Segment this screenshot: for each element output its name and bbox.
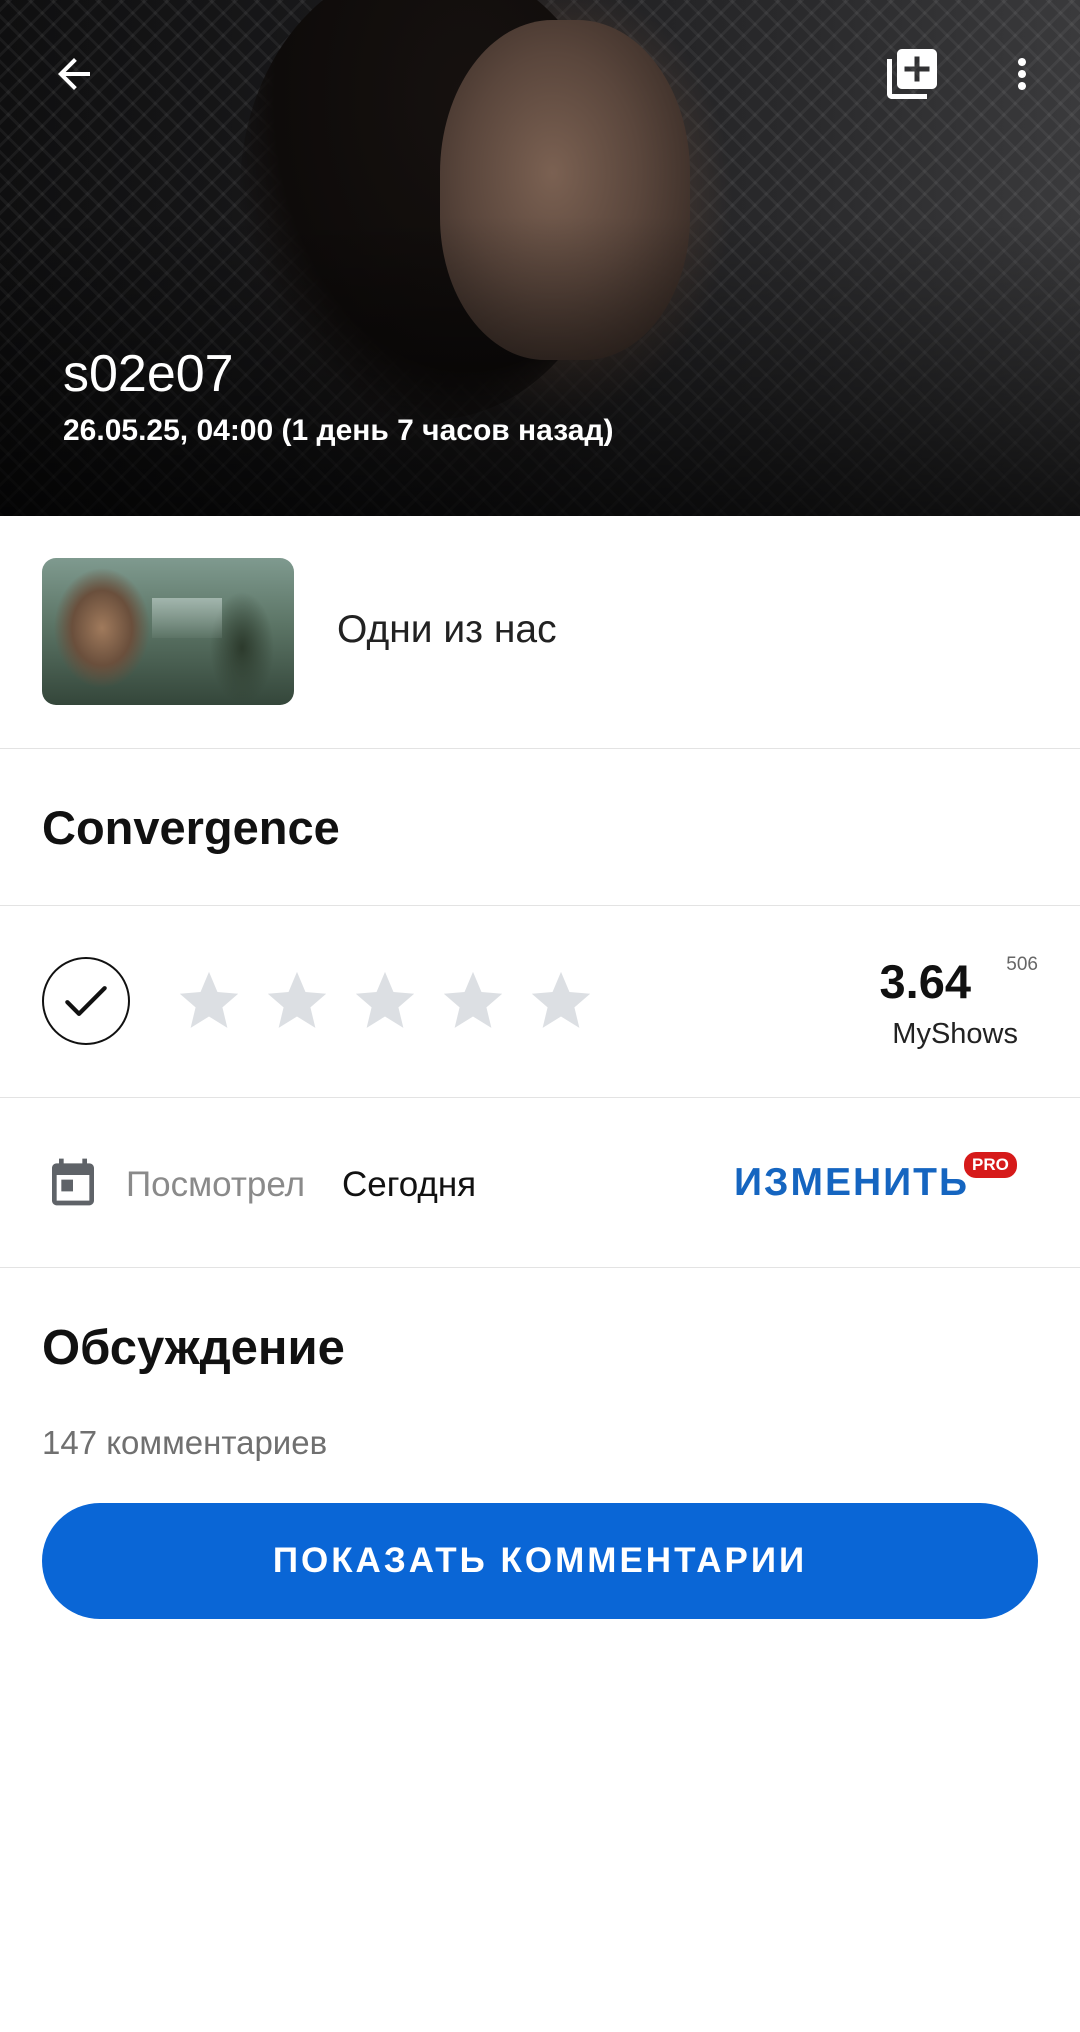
vote-count: 506	[1006, 954, 1038, 975]
episode-code: s02e07	[63, 345, 234, 403]
change-date-button[interactable]: ИЗМЕНИТЬ	[734, 1161, 969, 1205]
more-options-button[interactable]	[986, 38, 1058, 110]
average-score: 3.64	[879, 955, 971, 1008]
back-button[interactable]	[38, 38, 110, 110]
star-rating[interactable]	[174, 966, 596, 1036]
rating-row: 3.64 506 MyShows	[0, 906, 1080, 1098]
add-to-list-button[interactable]	[876, 38, 948, 110]
show-comments-button[interactable]: ПОКАЗАТЬ КОММЕНТАРИИ	[42, 1503, 1038, 1619]
more-vertical-icon	[1018, 58, 1026, 90]
show-name: Одни из нас	[337, 608, 557, 651]
discussion-title: Обсуждение	[42, 1321, 345, 1375]
calendar-icon	[52, 1158, 94, 1206]
watched-date-row: Посмотрел Сегодня ИЗМЕНИТЬ PRO	[0, 1098, 1080, 1268]
show-link-row[interactable]: Одни из нас	[0, 516, 1080, 749]
watched-label: Посмотрел	[126, 1165, 306, 1204]
episode-title: Convergence	[42, 801, 340, 854]
library-add-icon	[887, 49, 937, 99]
watched-value: Сегодня	[342, 1165, 477, 1204]
star-icon[interactable]	[350, 966, 420, 1036]
star-icon[interactable]	[174, 966, 244, 1036]
star-icon[interactable]	[438, 966, 508, 1036]
comment-count: 147 комментариев	[42, 1424, 328, 1461]
hero-image-face	[440, 20, 690, 360]
show-poster	[42, 558, 294, 705]
pro-badge: PRO	[964, 1152, 1017, 1178]
episode-hero: s02e07 26.05.25, 04:00 (1 день 7 часов н…	[0, 0, 1080, 516]
score-source: MyShows	[892, 1018, 1018, 1050]
episode-title-row: Convergence	[0, 749, 1080, 906]
arrow-left-icon	[58, 58, 90, 90]
star-icon[interactable]	[262, 966, 332, 1036]
mark-watched-button[interactable]	[42, 957, 130, 1045]
air-date: 26.05.25, 04:00 (1 день 7 часов назад)	[63, 414, 614, 447]
star-icon[interactable]	[526, 966, 596, 1036]
checkmark-icon	[65, 986, 107, 1016]
